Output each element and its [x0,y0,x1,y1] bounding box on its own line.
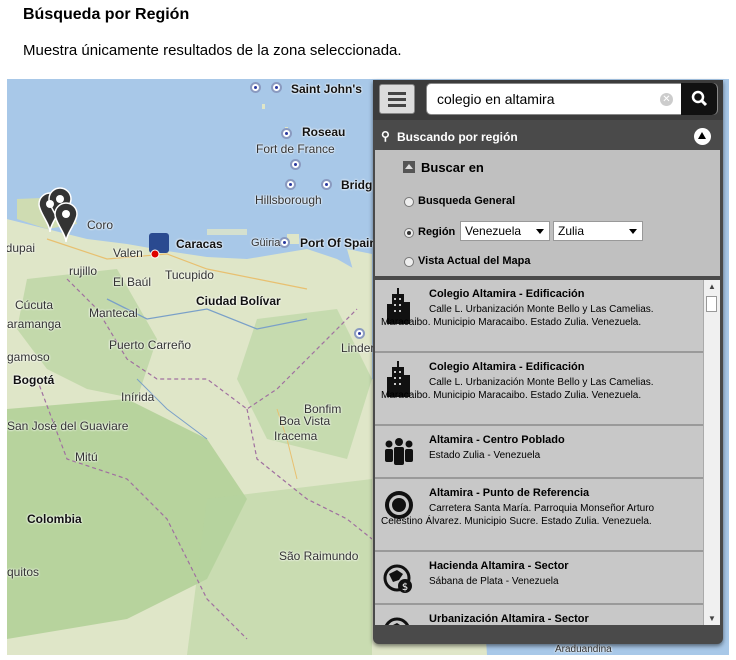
collapse-filter-icon[interactable] [403,161,415,173]
search-box: ✕ [426,83,718,115]
result-title: Altamira - Centro Poblado [429,434,565,446]
search-toolbar: ✕ [373,80,723,120]
location-pin-icon: ⚲ [381,129,390,143]
list-item[interactable]: Colegio Altamira - Edificación Calle L. … [375,353,703,426]
radio-region-label: Región [418,226,456,238]
map-label: rujillo [69,264,98,278]
globe-money-icon [384,617,410,625]
map-label: Puerto Carreño [109,338,192,352]
search-input[interactable] [435,90,649,108]
map-label: Roseau [302,125,346,139]
map-label: Boa Vista [279,414,331,428]
map-label: Güiria [251,237,281,249]
map-marker[interactable] [321,179,332,190]
country-select-value: Venezuela [465,224,522,238]
radio-general[interactable] [404,197,414,207]
results-list: Colegio Altamira - Edificación Calle L. … [375,280,703,625]
radio-current-view-label: Vista Actual del Mapa [418,255,531,267]
map-label: Mitú [75,450,98,464]
map-label: Colombia [27,512,82,526]
result-title: Urbanización Altamira - Sector [429,613,589,625]
map-label: San José del Guaviare [7,419,129,433]
map-label: Ciudad Bolívar [196,294,281,308]
map-marker[interactable] [271,82,282,93]
page-subtitle: Muestra únicamente resultados de la zona… [23,42,402,59]
result-title: Hacienda Altamira - Sector [429,560,569,572]
search-filter: Buscar en Busqueda General Región Venezu… [375,150,720,276]
map-label: Araduandina [555,644,612,655]
map-marker[interactable] [285,179,296,190]
map-label: Iracema [274,429,318,443]
list-item[interactable]: Altamira - Centro Poblado Estado Zulia -… [375,426,703,479]
list-item[interactable]: Urbanización Altamira - Sector [375,605,703,625]
map-label: gamoso [7,350,50,364]
result-title: Colegio Altamira - Edificación [429,361,585,373]
result-desc: Calle L. Urbanización Monte Bello y Las … [381,304,654,328]
map-label: Bridg [341,178,373,192]
map-marker[interactable] [354,328,365,339]
map-label: edupai [7,241,36,255]
map-marker[interactable] [250,82,261,93]
menu-button[interactable] [379,84,415,114]
map-label: Cúcuta [15,298,54,312]
map-label: Tucupido [165,268,214,282]
map-marker[interactable] [281,128,292,139]
map-label: Fort de France [256,142,335,156]
map-label: Hillsborough [255,193,322,207]
map-label: Linder [341,341,375,355]
radio-region[interactable] [404,228,414,238]
map-label: Saint John's [291,82,362,96]
collapse-button[interactable] [694,128,711,145]
clear-icon[interactable]: ✕ [660,93,673,106]
region-header-label: Buscando por región [397,130,518,144]
scroll-down-icon[interactable]: ▼ [708,614,716,623]
results-scrollbar[interactable]: ▲ ▼ [703,280,720,625]
result-desc: Calle L. Urbanización Monte Bello y Las … [381,377,654,401]
state-select-value: Zulia [558,224,585,238]
map-label: Caracas [176,237,223,251]
map-marker[interactable] [290,159,301,170]
list-item[interactable]: $ Hacienda Altamira - Sector Sábana de P… [375,552,703,605]
page-title: Búsqueda por Región [23,6,190,23]
search-button[interactable] [681,83,717,115]
radio-current-view[interactable] [404,257,414,267]
search-icon [691,90,708,107]
map-label: aramanga [7,317,62,331]
result-desc: Carretera Santa María. Parroquia Monseño… [381,503,655,527]
result-title: Altamira - Punto de Referencia [429,487,590,499]
map-label: Mantecal [89,306,138,320]
map-label: Coro [87,218,114,232]
map-label: Inírida [121,390,155,404]
scroll-thumb[interactable] [706,296,717,312]
radio-general-label: Busqueda General [418,195,516,207]
result-desc: Sábana de Plata - Venezuela [429,576,559,587]
state-select[interactable]: Zulia [553,221,643,241]
list-item[interactable]: Altamira - Punto de Referencia Carretera… [375,479,703,552]
region-header: ⚲ Buscando por región [373,125,723,149]
list-item[interactable]: Colegio Altamira - Edificación Calle L. … [375,280,703,353]
country-select[interactable]: Venezuela [460,221,550,241]
map-label: São Raimundo [279,549,359,563]
map-label: El Baúl [113,275,152,289]
map-label: Port Of Spain [300,236,377,250]
result-title: Colegio Altamira - Edificación [429,288,585,300]
map-label: Valen [113,246,143,260]
map-marker[interactable] [279,237,290,248]
result-desc: Estado Zulia - Venezuela [429,450,541,461]
map-label: quitos [7,565,40,579]
map-label: Bogotá [13,373,55,387]
filter-title: Buscar en [421,160,484,175]
scroll-up-icon[interactable]: ▲ [708,282,716,291]
search-panel: ✕ ⚲ Buscando por región Buscar en Busque… [373,80,723,644]
